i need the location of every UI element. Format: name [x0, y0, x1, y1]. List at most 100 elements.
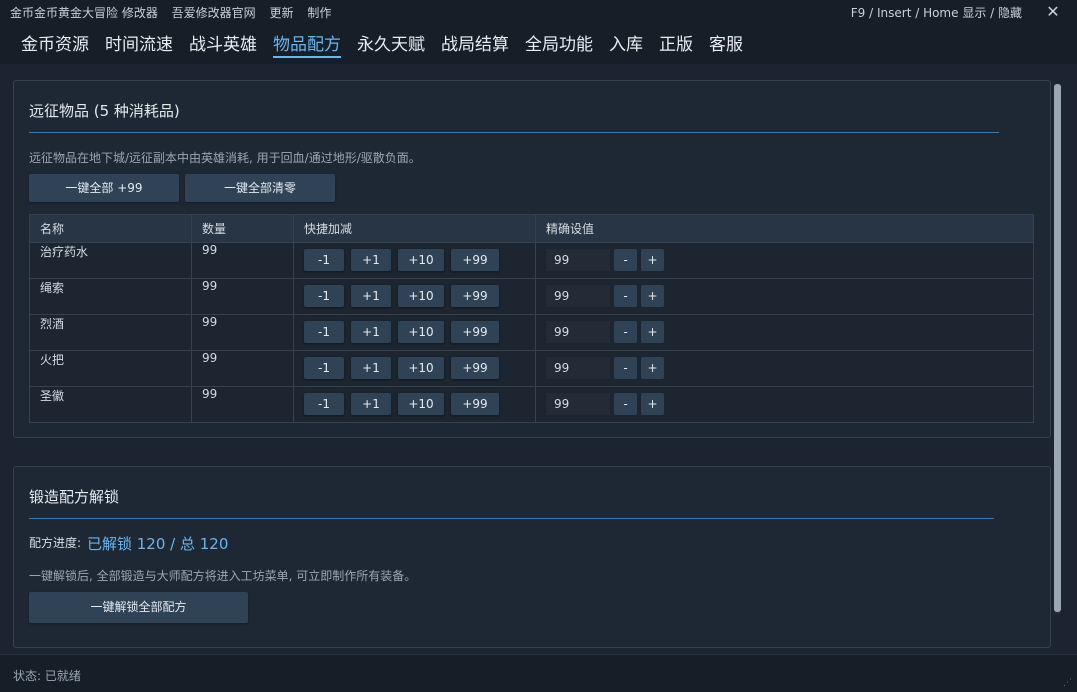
title-divider — [29, 132, 999, 133]
status-bar: 状态: 已就绪 ⋰ — [0, 654, 1077, 692]
table-row: 圣徽 99 -1 +1 +10 +99 99- + — [29, 386, 1034, 423]
tab-battle-settlement[interactable]: 战局结算 — [441, 30, 509, 55]
link-credits[interactable]: 制作 — [307, 6, 331, 20]
plus-10-button[interactable]: +10 — [398, 249, 444, 271]
clear-all-button[interactable]: 一键全部清零 — [185, 174, 335, 202]
item-quantity: 99 — [191, 350, 294, 387]
increment-button[interactable]: + — [641, 393, 664, 415]
app-title: 金币金币黄金大冒险 修改器 — [10, 6, 158, 20]
quick-adjust-cell: -1 +1 +10 +99 — [293, 242, 536, 279]
minus-1-button[interactable]: -1 — [304, 357, 344, 379]
title-bar: 金币金币黄金大冒险 修改器 吾爱修改器官网 更新 制作 F9 / Insert … — [0, 0, 1077, 24]
item-quantity: 99 — [191, 278, 294, 315]
decrement-button[interactable]: - — [614, 249, 637, 271]
plus-10-button[interactable]: +10 — [398, 393, 444, 415]
forge-title: 锻造配方解锁 — [29, 488, 120, 506]
plus-99-button[interactable]: +99 — [451, 357, 499, 379]
tab-storage[interactable]: 入库 — [609, 30, 643, 55]
item-name: 火把 — [29, 350, 192, 387]
minus-1-button[interactable]: -1 — [304, 393, 344, 415]
plus-99-button[interactable]: +99 — [451, 321, 499, 343]
item-name: 圣徽 — [29, 386, 192, 423]
item-quantity: 99 — [191, 386, 294, 423]
decrement-button[interactable]: - — [614, 357, 637, 379]
minus-1-button[interactable]: -1 — [304, 321, 344, 343]
title-left-group: 金币金币黄金大冒险 修改器 吾爱修改器官网 更新 制作 — [10, 4, 341, 21]
tab-support[interactable]: 客服 — [709, 30, 743, 55]
plus-1-button[interactable]: +1 — [351, 249, 391, 271]
quick-adjust-cell: -1 +1 +10 +99 — [293, 278, 536, 315]
plus-10-button[interactable]: +10 — [398, 321, 444, 343]
add-all-99-button[interactable]: 一键全部 +99 — [29, 174, 179, 202]
plus-1-button[interactable]: +1 — [351, 393, 391, 415]
quick-adjust-cell: -1 +1 +10 +99 — [293, 350, 536, 387]
progress-label: 配方进度: — [29, 536, 82, 550]
set-value-input[interactable]: 99 — [546, 357, 610, 379]
table-row: 火把 99 -1 +1 +10 +99 99- + — [29, 350, 1034, 387]
hotkey-hint: F9 / Insert / Home 显示 / 隐藏 — [850, 6, 1022, 20]
progress-value: 已解锁 120 / 总 120 — [87, 535, 229, 553]
table-header-row: 名称 数量 快捷加减 精确设值 — [29, 214, 1034, 243]
plus-10-button[interactable]: +10 — [398, 285, 444, 307]
item-name: 治疗药水 — [29, 242, 192, 279]
header-quick-adjust: 快捷加减 — [293, 214, 536, 243]
plus-1-button[interactable]: +1 — [351, 285, 391, 307]
precise-set-cell: 99- + — [535, 386, 1034, 423]
increment-button[interactable]: + — [641, 249, 664, 271]
resize-grip-icon[interactable]: ⋰ — [1063, 678, 1073, 688]
tab-gold-resources[interactable]: 金币资源 — [21, 30, 89, 55]
forge-description: 一键解锁后, 全部锻造与大师配方将进入工坊菜单, 可立即制作所有装备。 — [29, 569, 417, 583]
set-value-input[interactable]: 99 — [546, 393, 610, 415]
plus-99-button[interactable]: +99 — [451, 393, 499, 415]
set-value-input[interactable]: 99 — [546, 285, 610, 307]
plus-1-button[interactable]: +1 — [351, 357, 391, 379]
unlock-all-recipes-button[interactable]: 一键解锁全部配方 — [29, 592, 248, 623]
link-update[interactable]: 更新 — [270, 6, 294, 20]
plus-99-button[interactable]: +99 — [451, 285, 499, 307]
plus-99-button[interactable]: +99 — [451, 249, 499, 271]
header-quantity: 数量 — [191, 214, 294, 243]
plus-1-button[interactable]: +1 — [351, 321, 391, 343]
tab-bar: 金币资源 时间流速 战斗英雄 物品配方 永久天赋 战局结算 全局功能 入库 正版… — [0, 24, 1077, 64]
tab-time-speed[interactable]: 时间流速 — [105, 30, 173, 55]
table-body: 治疗药水 99 -1 +1 +10 +99 99- + 绳索 99 -1 +1 +10 +99 99- + 烈酒… — [29, 242, 1034, 423]
expedition-description: 远征物品在地下城/远征副本中由英雄消耗, 用于回血/通过地形/驱散负面。 — [29, 151, 421, 165]
minus-1-button[interactable]: -1 — [304, 249, 344, 271]
items-table: 名称 数量 快捷加减 精确设值 治疗药水 99 -1 +1 +10 +99 99- + 绳索 99… — [29, 214, 1034, 423]
decrement-button[interactable]: - — [614, 321, 637, 343]
scrollbar-thumb[interactable] — [1054, 84, 1061, 612]
table-row: 治疗药水 99 -1 +1 +10 +99 99- + — [29, 242, 1034, 279]
item-quantity: 99 — [191, 314, 294, 351]
status-text: 状态: 已就绪 — [13, 669, 81, 683]
set-value-input[interactable]: 99 — [546, 249, 610, 271]
forge-title-divider — [29, 518, 994, 519]
set-value-input[interactable]: 99 — [546, 321, 610, 343]
link-official-site[interactable]: 吾爱修改器官网 — [172, 6, 256, 20]
quick-adjust-cell: -1 +1 +10 +99 — [293, 386, 536, 423]
increment-button[interactable]: + — [641, 285, 664, 307]
precise-set-cell: 99- + — [535, 242, 1034, 279]
tab-items-recipes[interactable]: 物品配方 — [273, 30, 341, 58]
tab-permanent-talents[interactable]: 永久天赋 — [357, 30, 425, 55]
plus-10-button[interactable]: +10 — [398, 357, 444, 379]
tab-global-functions[interactable]: 全局功能 — [525, 30, 593, 55]
expedition-panel: 远征物品 (5 种消耗品) 远征物品在地下城/远征副本中由英雄消耗, 用于回血/… — [13, 80, 1051, 438]
header-name: 名称 — [29, 214, 192, 243]
precise-set-cell: 99- + — [535, 278, 1034, 315]
table-row: 烈酒 99 -1 +1 +10 +99 99- + — [29, 314, 1034, 351]
precise-set-cell: 99- + — [535, 314, 1034, 351]
tab-combat-heroes[interactable]: 战斗英雄 — [189, 30, 257, 55]
minus-1-button[interactable]: -1 — [304, 285, 344, 307]
forge-panel: 锻造配方解锁 配方进度: 已解锁 120 / 总 120 一键解锁后, 全部锻造… — [13, 466, 1051, 648]
expedition-title: 远征物品 (5 种消耗品) — [29, 102, 180, 120]
tab-genuine[interactable]: 正版 — [659, 30, 693, 55]
decrement-button[interactable]: - — [614, 285, 637, 307]
content-scroll-area: 远征物品 (5 种消耗品) 远征物品在地下城/远征副本中由英雄消耗, 用于回血/… — [0, 64, 1077, 654]
increment-button[interactable]: + — [641, 357, 664, 379]
precise-set-cell: 99- + — [535, 350, 1034, 387]
decrement-button[interactable]: - — [614, 393, 637, 415]
close-icon[interactable]: ✕ — [1043, 0, 1063, 24]
item-quantity: 99 — [191, 242, 294, 279]
increment-button[interactable]: + — [641, 321, 664, 343]
quick-adjust-cell: -1 +1 +10 +99 — [293, 314, 536, 351]
